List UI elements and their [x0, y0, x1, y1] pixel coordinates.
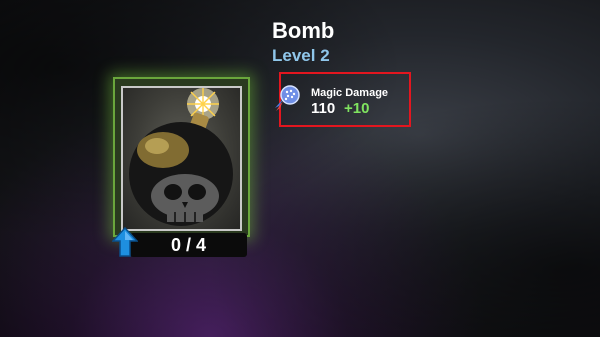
magic-damage-icon [273, 84, 301, 114]
bomb-card-art[interactable] [121, 86, 242, 231]
bomb-icon [129, 88, 233, 226]
game-screen: Bomb Level 2 0 / 4 Magic Damage 110 +10 [0, 0, 600, 337]
stat-value: 110 [311, 100, 336, 117]
card-progress-bar: 0 / 4 [130, 233, 247, 257]
stat-label: Magic Damage [311, 87, 389, 99]
upgrade-arrow-icon[interactable] [111, 226, 139, 257]
card-title: Bomb [272, 18, 335, 43]
stat-bonus: +10 [344, 100, 370, 117]
card-progress-text: 0 / 4 [170, 234, 207, 255]
card-level: Level 2 [272, 46, 330, 65]
